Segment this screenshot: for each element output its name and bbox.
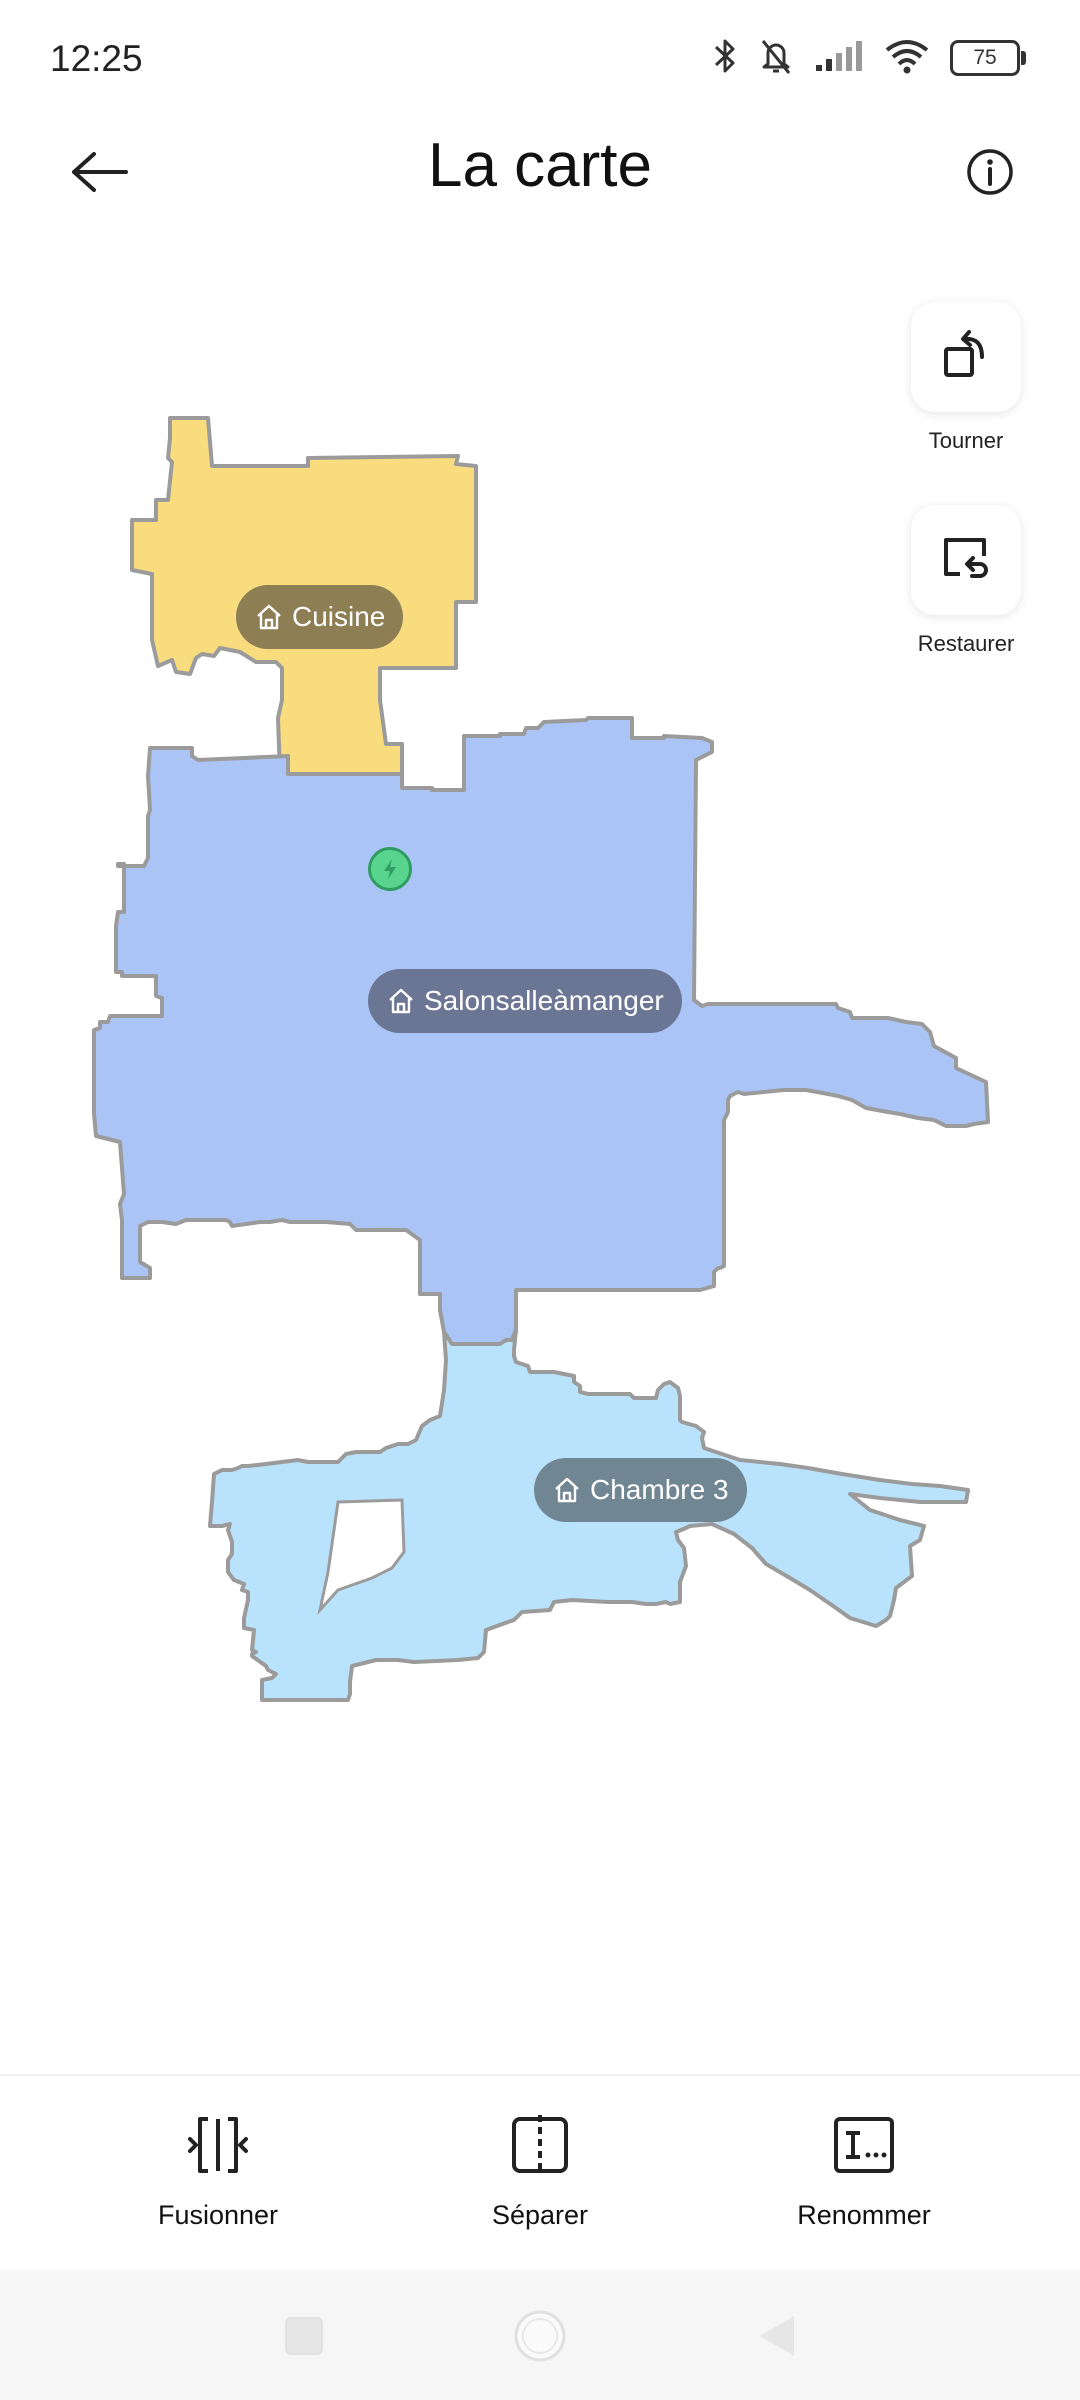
- rotate-icon: [938, 327, 994, 388]
- room-label-kitchen[interactable]: Cuisine: [236, 585, 404, 649]
- rotate-tool: Tourner: [908, 302, 1024, 454]
- battery-icon: 75: [950, 40, 1026, 76]
- merge-button[interactable]: Fusionner: [98, 2112, 338, 2231]
- charging-dock-icon: [368, 847, 412, 891]
- room-label-bedroom[interactable]: Chambre 3: [534, 1458, 747, 1522]
- merge-label: Fusionner: [157, 2200, 279, 2230]
- map-area[interactable]: Cuisine Salonsalleàmanger Chambre 3: [0, 230, 1080, 2050]
- restore-icon: [938, 530, 994, 591]
- header: La carte: [0, 120, 1080, 220]
- split-icon: [508, 2114, 572, 2180]
- system-nav-bar: [0, 2270, 1080, 2400]
- info-icon: [965, 147, 1015, 202]
- status-time: 12:25: [50, 38, 143, 79]
- split-button[interactable]: Séparer: [420, 2112, 660, 2231]
- home-icon: [386, 986, 416, 1016]
- bell-muted-icon: [758, 36, 794, 81]
- room-label-text: Cuisine: [292, 601, 386, 632]
- triangle-back-icon: [754, 2312, 798, 2365]
- home-icon: [552, 1475, 582, 1505]
- rename-label: Renommer: [797, 2200, 931, 2230]
- merge-icon: [186, 2115, 250, 2180]
- info-button[interactable]: [950, 138, 1030, 210]
- page-title: La carte: [427, 131, 653, 200]
- home-button[interactable]: [512, 2310, 568, 2366]
- rename-icon: [832, 2115, 896, 2180]
- room-map[interactable]: [0, 230, 1080, 2050]
- restore-tool: Restaurer: [908, 505, 1024, 657]
- nav-back-button[interactable]: [748, 2310, 804, 2366]
- status-icons: 75: [712, 36, 1026, 81]
- room-label-living[interactable]: Salonsalleàmanger: [368, 969, 682, 1033]
- home-icon: [254, 602, 284, 632]
- rotate-button[interactable]: [911, 302, 1021, 412]
- split-label: Séparer: [491, 2200, 589, 2230]
- room-label-text: Salonsalleàmanger: [424, 985, 664, 1016]
- rename-button[interactable]: Renommer: [744, 2112, 984, 2231]
- restore-label: Restaurer: [917, 631, 1015, 656]
- bluetooth-icon: [712, 36, 738, 81]
- recents-button[interactable]: [276, 2310, 332, 2366]
- wifi-icon: [884, 38, 930, 79]
- signal-icon: [814, 39, 864, 78]
- bottom-action-bar: Fusionner Séparer Renommer: [0, 2074, 1080, 2272]
- rotate-label: Tourner: [928, 428, 1004, 453]
- circle-icon: [512, 2308, 568, 2369]
- status-bar: 12:25 75: [0, 0, 1080, 120]
- restore-button[interactable]: [911, 505, 1021, 615]
- room-label-text: Chambre 3: [590, 1474, 729, 1505]
- square-icon: [284, 2316, 324, 2361]
